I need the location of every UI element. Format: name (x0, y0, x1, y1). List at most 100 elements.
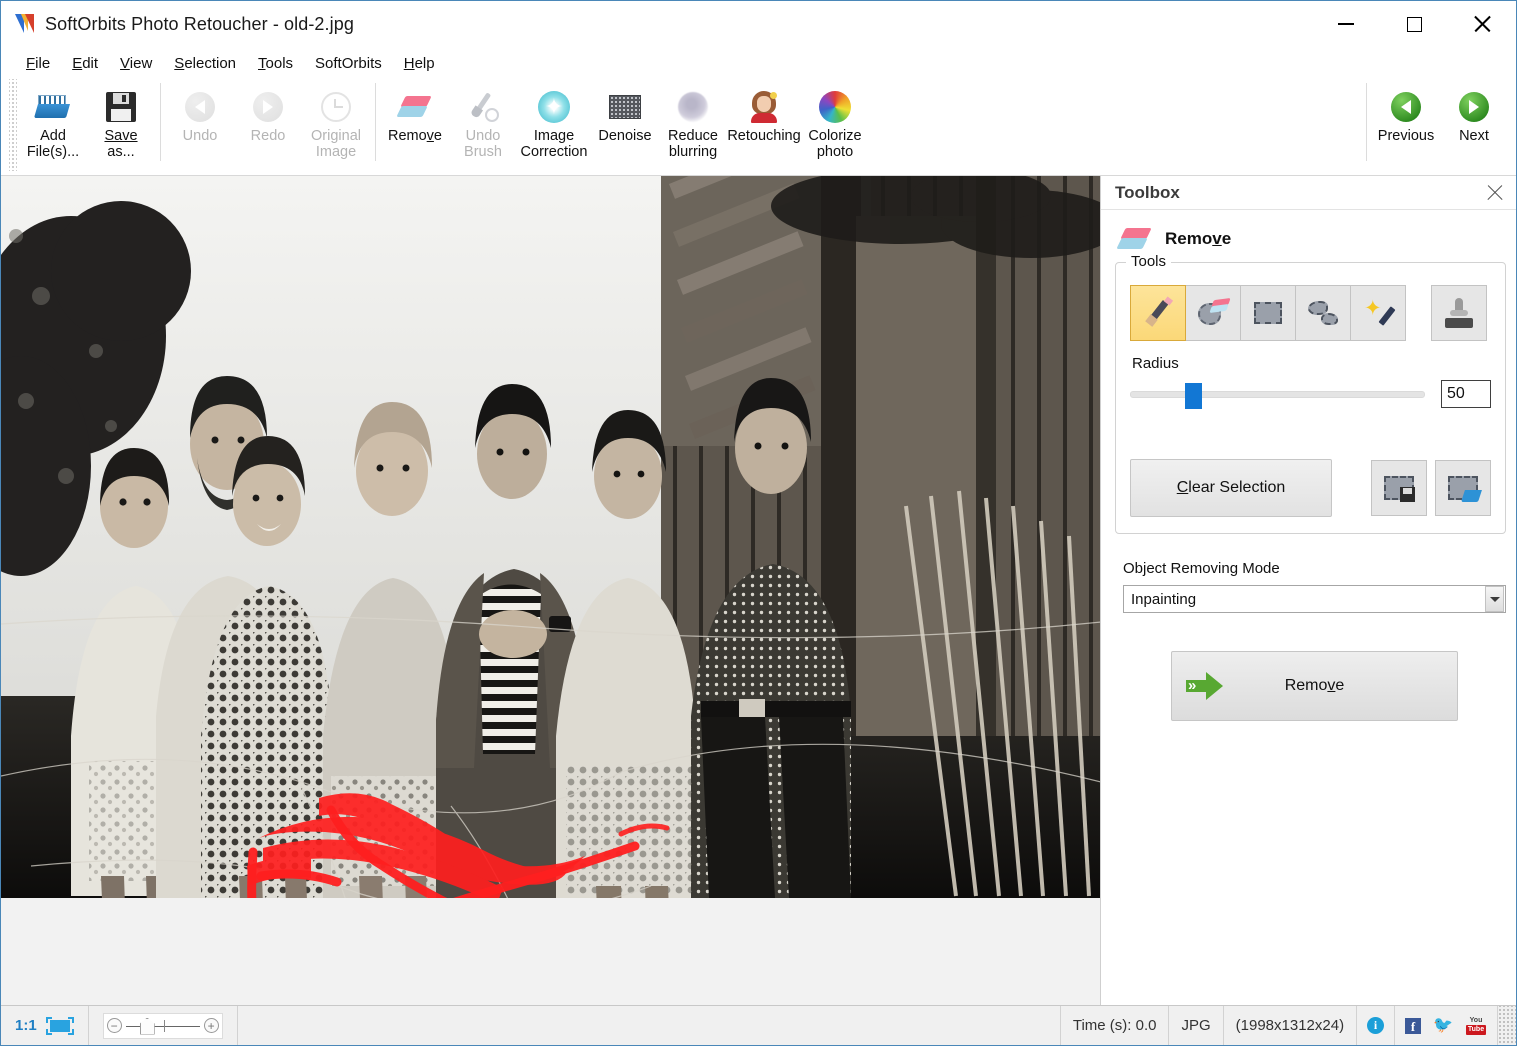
rectangle-select-button[interactable] (1240, 285, 1296, 341)
main-toolbar: Add File(s)... Save as... Undo Redo (1, 79, 1516, 176)
zoom-slider[interactable]: − + (103, 1013, 223, 1039)
softorbits-logo-icon (15, 14, 35, 34)
youtube-you-text: You (1470, 1017, 1483, 1025)
toolbar-undo-label: Undo (161, 129, 239, 145)
selection-actions-row: Clear Selection (1130, 459, 1491, 517)
menu-selection[interactable]: Selection (163, 52, 247, 75)
tool-buttons-row: ✦ (1130, 285, 1491, 341)
toolbar-undo-brush-label2: Brush (464, 144, 502, 160)
chevron-down-icon[interactable] (1485, 586, 1504, 612)
toolbar-undo-brush[interactable]: Undo Brush (449, 79, 517, 171)
zoom-slider-thumb[interactable] (140, 1018, 155, 1035)
toolbar-image-correction[interactable]: Image Correction (517, 79, 591, 171)
title-bar: SoftOrbits Photo Retoucher - old-2.jpg (1, 1, 1516, 47)
toolbar-original-image-label1: Original (311, 128, 361, 144)
zoom-ratio-label[interactable]: 1:1 (15, 1017, 37, 1034)
menu-softorbits[interactable]: SoftOrbits (304, 52, 393, 75)
toolbox-close-button[interactable] (1486, 184, 1504, 202)
zoom-out-icon[interactable]: − (107, 1018, 122, 1033)
toolbar-add-files-label2: File(s)... (27, 144, 79, 160)
image-canvas[interactable] (1, 176, 1101, 1005)
previous-arrow-icon (1391, 87, 1421, 127)
stamp-tool-button[interactable] (1431, 285, 1487, 341)
main-body: Toolbox Remove Tools (1, 176, 1516, 1005)
toolbar-previous[interactable]: Previous (1372, 79, 1440, 171)
close-button[interactable] (1448, 1, 1516, 47)
toolbar-original-image[interactable]: Original Image (302, 79, 370, 171)
add-files-icon (36, 87, 70, 127)
radius-value-input[interactable]: 50 (1441, 380, 1491, 408)
pencil-icon (1143, 298, 1173, 328)
radius-label: Radius (1132, 355, 1491, 372)
toolbox-header: Toolbox (1101, 176, 1516, 210)
toolbar-undo[interactable]: Undo (166, 79, 234, 171)
object-removing-mode-select[interactable]: Inpainting (1123, 585, 1506, 613)
toolbox-panel: Toolbox Remove Tools (1101, 176, 1516, 1005)
window-controls (1312, 1, 1516, 47)
toolbar-separator-3 (1366, 83, 1367, 161)
color-wheel-icon (819, 87, 851, 127)
status-bar: 1:1 − + Time (s): 0.0 JPG (1998x1312x24)… (1, 1005, 1516, 1045)
next-arrow-icon (1459, 87, 1489, 127)
window-title: SoftOrbits Photo Retoucher - old-2.jpg (45, 14, 354, 35)
twitter-icon[interactable]: 🐦 (1433, 1018, 1453, 1034)
resize-grip[interactable] (1498, 1006, 1516, 1045)
magic-wand-button[interactable]: ✦ (1350, 285, 1406, 341)
toolbar-save-as[interactable]: Save as... (87, 79, 155, 171)
facebook-icon[interactable]: f (1405, 1018, 1421, 1034)
clear-selection-button[interactable]: Clear Selection (1130, 459, 1332, 517)
toolbar-image-correction-label2: Correction (521, 144, 588, 160)
toolbar-add-files[interactable]: Add File(s)... (19, 79, 87, 171)
radius-slider-thumb[interactable] (1185, 383, 1202, 409)
save-floppy-icon (106, 87, 136, 127)
toolbar-undo-brush-label1: Undo (466, 128, 501, 144)
info-icon[interactable]: i (1367, 1017, 1384, 1034)
status-dimensions: (1998x1312x24) (1224, 1006, 1357, 1045)
youtube-icon[interactable]: You Tube (1465, 1017, 1487, 1034)
radius-slider[interactable] (1130, 391, 1425, 398)
toolbox-section-title: Remove (1165, 229, 1231, 249)
save-selection-icon (1384, 476, 1414, 500)
photo-image[interactable] (1, 176, 1101, 898)
menu-file[interactable]: File (15, 52, 61, 75)
load-selection-icon (1448, 476, 1478, 500)
redo-arrow-icon (253, 87, 283, 127)
toolbar-reduce-blurring-label1: Reduce (668, 128, 718, 144)
menu-help[interactable]: Help (393, 52, 446, 75)
minimize-button[interactable] (1312, 1, 1380, 47)
lasso-select-button[interactable] (1295, 285, 1351, 341)
toolbar-colorize-photo[interactable]: Colorize photo (801, 79, 869, 171)
menu-view[interactable]: View (109, 52, 163, 75)
menu-edit[interactable]: Edit (61, 52, 109, 75)
fit-to-window-icon[interactable] (46, 1017, 74, 1035)
load-selection-button[interactable] (1435, 460, 1491, 516)
eraser-icon (1119, 226, 1151, 252)
erase-selection-button[interactable] (1185, 285, 1241, 341)
object-removing-mode-value: Inpainting (1124, 591, 1485, 608)
zoom-in-icon[interactable]: + (204, 1018, 219, 1033)
zoom-slider-tick (164, 1020, 166, 1032)
application-window: SoftOrbits Photo Retoucher - old-2.jpg F… (0, 0, 1517, 1046)
undo-brush-icon (467, 87, 499, 127)
denoise-icon (609, 87, 641, 127)
brush-tool-button[interactable] (1130, 285, 1186, 341)
toolbar-remove[interactable]: Remove (381, 79, 449, 171)
maximize-button[interactable] (1380, 1, 1448, 47)
save-selection-button[interactable] (1371, 460, 1427, 516)
toolbar-denoise-label: Denoise (586, 129, 664, 145)
rectangle-select-icon (1254, 302, 1282, 324)
toolbar-redo[interactable]: Redo (234, 79, 302, 171)
toolbar-save-as-label2: as... (107, 144, 134, 160)
status-spacer (238, 1006, 1061, 1045)
status-social-group: f 🐦 You Tube (1395, 1006, 1498, 1045)
toolbar-next[interactable]: Next (1440, 79, 1508, 171)
toolbar-retouching[interactable]: Retouching (727, 79, 801, 171)
lasso-select-icon (1308, 301, 1338, 325)
menu-tools[interactable]: Tools (247, 52, 304, 75)
toolbar-denoise[interactable]: Denoise (591, 79, 659, 171)
remove-action-button[interactable]: » Remove (1171, 651, 1458, 721)
toolbar-reduce-blurring[interactable]: Reduce blurring (659, 79, 727, 171)
tools-group-legend: Tools (1126, 253, 1171, 270)
toolbar-colorize-photo-label1: Colorize (808, 128, 861, 144)
blur-icon (678, 87, 708, 127)
